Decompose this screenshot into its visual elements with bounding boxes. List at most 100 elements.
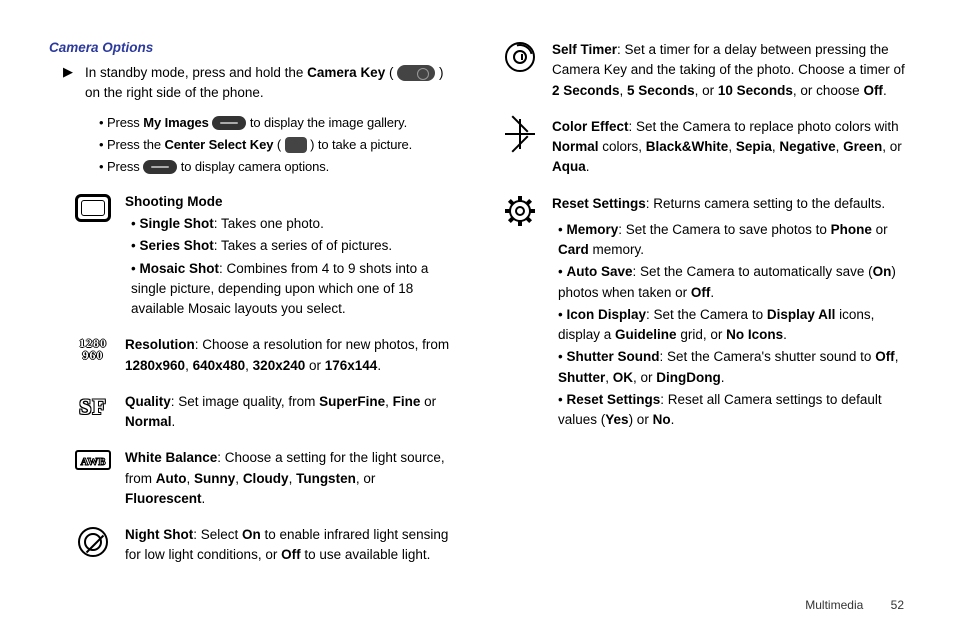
q-superfine: SuperFine <box>319 394 385 409</box>
long-key-icon <box>212 116 246 130</box>
sf-icon: SF <box>79 394 107 435</box>
resolution-icon: 1280960 <box>79 337 107 378</box>
wb-fluorescent: Fluorescent <box>125 491 202 506</box>
night-label: Night Shot <box>125 527 193 542</box>
mosaic-shot-label: Mosaic Shot <box>139 261 219 276</box>
ce-bw: Black&White <box>646 139 729 154</box>
st-t2: , or choose <box>793 83 864 98</box>
auto-label: Auto Save <box>566 264 632 279</box>
intro-pre: In standby mode, press and hold the <box>85 65 307 80</box>
auto-t3: . <box>710 285 714 300</box>
rs-no: No <box>653 412 671 427</box>
mem-label: Memory <box>566 222 618 237</box>
b3-pre: Press <box>107 159 143 174</box>
intro-text: In standby mode, press and hold the Came… <box>85 63 452 104</box>
b1-post: to display the image gallery. <box>246 115 407 130</box>
footer-section: Multimedia <box>805 598 863 612</box>
q-period: . <box>172 414 176 429</box>
mem-t2: memory. <box>589 242 644 257</box>
b2-pre: Press the <box>107 137 165 152</box>
night-on: On <box>242 527 261 542</box>
right-column: Self Timer: Set a timer for a delay betw… <box>502 40 909 568</box>
quality-label: Quality <box>125 394 171 409</box>
auto-off: Off <box>691 285 711 300</box>
single-shot-label: Single Shot <box>139 216 213 231</box>
option-quality: SF Quality: Set image quality, from Supe… <box>75 392 452 435</box>
quality-text: : Set image quality, from <box>171 394 319 409</box>
b2-bold: Center Select Key <box>165 137 274 152</box>
sparkle-icon <box>505 119 535 149</box>
intro-bullets: Press My Images to display the image gal… <box>99 112 452 178</box>
st-2s: 2 Seconds <box>552 83 620 98</box>
timer-icon <box>505 42 535 72</box>
st-or: , or <box>695 83 718 98</box>
shutter-t2: . <box>721 370 725 385</box>
left-column: Camera Options ▶ In standby mode, press … <box>45 40 452 568</box>
icondisp-t4: . <box>783 327 787 342</box>
q-normal: Normal <box>125 414 172 429</box>
option-self-timer: Self Timer: Set a timer for a delay betw… <box>502 40 909 103</box>
shutter-label: Shutter Sound <box>566 349 659 364</box>
b3-post: to display camera options. <box>177 159 329 174</box>
option-white-balance: AWB White Balance: Choose a setting for … <box>75 448 452 511</box>
mem-phone: Phone <box>831 222 872 237</box>
rs-t3: . <box>671 412 675 427</box>
icondisp-t3: grid, or <box>677 327 727 342</box>
shutter-or: , or <box>633 370 656 385</box>
series-shot-text: : Takes a series of of pictures. <box>214 238 392 253</box>
auto-t1: : Set the Camera to automatically save ( <box>633 264 873 279</box>
ce-aqua: Aqua <box>552 159 586 174</box>
option-color-effect: Color Effect: Set the Camera to replace … <box>502 117 909 180</box>
res-or: or <box>305 358 325 373</box>
reset-t1: : Returns camera setting to the defaults… <box>646 196 885 211</box>
mem-or: or <box>872 222 888 237</box>
icondisp-label: Icon Display <box>566 307 646 322</box>
shutter-shutter: Shutter <box>558 370 605 385</box>
rs-label: Reset Settings <box>566 392 660 407</box>
wb-tungsten: Tungsten <box>296 471 356 486</box>
ce-label: Color Effect <box>552 119 629 134</box>
icondisp-all: Display All <box>767 307 836 322</box>
icondisp-guide: Guideline <box>615 327 677 342</box>
page-columns: Camera Options ▶ In standby mode, press … <box>45 40 909 568</box>
reset-label: Reset Settings <box>552 196 646 211</box>
play-triangle-icon: ▶ <box>63 63 73 81</box>
q-or: or <box>420 394 436 409</box>
rectangle-icon <box>75 194 111 222</box>
wb-or: , or <box>356 471 376 486</box>
res-2: 640x480 <box>193 358 246 373</box>
selftimer-label: Self Timer <box>552 42 617 57</box>
night-off: Off <box>281 547 301 562</box>
rs-t2: ) or <box>629 412 653 427</box>
ce-negative: Negative <box>779 139 835 154</box>
long-key-icon <box>143 160 177 174</box>
wb-auto: Auto <box>156 471 187 486</box>
auto-on: On <box>873 264 892 279</box>
intro-row: ▶ In standby mode, press and hold the Ca… <box>63 63 452 104</box>
shutter-t1: : Set the Camera's shutter sound to <box>659 349 875 364</box>
night-shot-icon <box>78 527 108 557</box>
wb-period: . <box>202 491 206 506</box>
res-3: 320x240 <box>253 358 306 373</box>
b2-post: to take a picture. <box>314 137 412 152</box>
res-4: 176x144 <box>325 358 378 373</box>
series-shot-label: Series Shot <box>139 238 213 253</box>
shutter-off: Off <box>875 349 895 364</box>
wb-label: White Balance <box>125 450 217 465</box>
b1-bold: My Images <box>143 115 209 130</box>
res-1: 1280x960 <box>125 358 185 373</box>
night-t1: : Select <box>193 527 242 542</box>
awb-icon: AWB <box>75 450 111 470</box>
st-10s: 10 Seconds <box>718 83 793 98</box>
ce-green: Green <box>843 139 882 154</box>
single-shot-text: : Takes one photo. <box>214 216 324 231</box>
wb-cloudy: Cloudy <box>243 471 289 486</box>
icondisp-t1: : Set the Camera to <box>646 307 767 322</box>
intro-camera-key: Camera Key <box>307 65 385 80</box>
camera-key-icon <box>397 65 435 81</box>
b1-pre: Press <box>107 115 143 130</box>
resolution-label: Resolution <box>125 337 195 352</box>
st-5s: 5 Seconds <box>627 83 695 98</box>
ce-sepia: Sepia <box>736 139 772 154</box>
option-shooting-mode: Shooting Mode Single Shot: Takes one pho… <box>75 192 452 322</box>
